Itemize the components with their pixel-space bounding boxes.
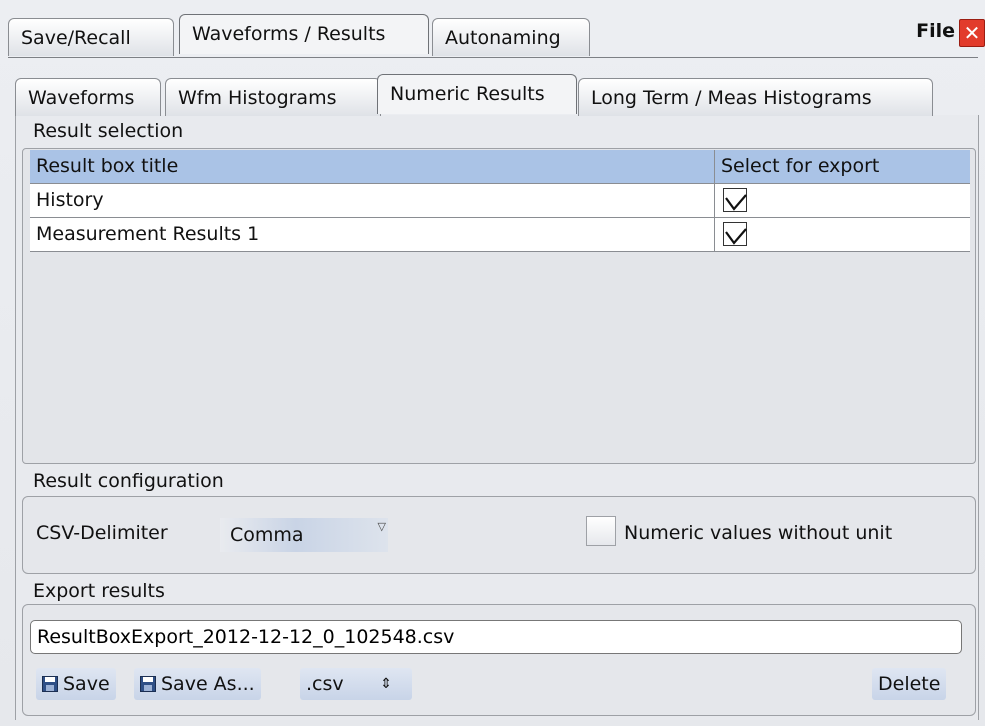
file-label: File <box>916 20 955 42</box>
floppy-disk-icon <box>42 676 58 692</box>
csv-delimiter-label: CSV-Delimiter <box>36 522 168 544</box>
result-selection-label: Result selection <box>33 120 184 142</box>
export-filename-input[interactable] <box>30 620 962 654</box>
close-icon: ✕ <box>963 21 981 45</box>
row-select-cell <box>714 218 970 251</box>
export-checkbox-measurement-results-1[interactable] <box>723 222 747 246</box>
tab-autonaming[interactable]: Autonaming <box>432 18 590 56</box>
tab-baseline <box>8 57 978 58</box>
column-header-title: Result box title <box>36 155 179 177</box>
save-as-button[interactable]: Save As... <box>134 668 261 700</box>
save-as-label: Save As... <box>161 673 255 695</box>
tab-long-term-meas-histograms[interactable]: Long Term / Meas Histograms <box>578 78 933 116</box>
csv-delimiter-dropdown[interactable]: Comma ▽ <box>220 518 388 552</box>
numeric-without-unit-checkbox[interactable] <box>586 516 616 546</box>
tab-waveforms[interactable]: Waveforms <box>15 78 161 116</box>
numeric-without-unit-label: Numeric values without unit <box>624 522 893 544</box>
top-tab-bar: Save/Recall Waveforms / Results Autonami… <box>8 14 968 58</box>
result-configuration-label: Result configuration <box>33 470 224 492</box>
close-button[interactable]: ✕ <box>959 19 985 47</box>
tab-wfm-histograms[interactable]: Wfm Histograms <box>165 78 381 116</box>
checkmark-icon <box>725 194 747 211</box>
row-title-measurement-results-1: Measurement Results 1 <box>36 223 260 245</box>
file-format-selector[interactable]: .csv ⇕ <box>300 668 412 700</box>
delete-button[interactable]: Delete <box>872 668 947 700</box>
dropdown-arrow-icon: ▽ <box>377 520 386 533</box>
spinner-icon: ⇕ <box>380 676 392 692</box>
floppy-disk-icon <box>140 676 156 692</box>
sub-tab-bar: Waveforms Wfm Histograms Numeric Results… <box>15 74 965 116</box>
table-row[interactable]: Measurement Results 1 <box>30 218 970 252</box>
file-format-value: .csv <box>306 673 344 695</box>
export-checkbox-history[interactable] <box>723 188 747 212</box>
row-select-cell <box>714 184 970 217</box>
row-title-history: History <box>36 189 104 211</box>
tab-save-recall[interactable]: Save/Recall <box>8 18 174 56</box>
dialog-frame: Save/Recall Waveforms / Results Autonami… <box>0 0 985 726</box>
csv-delimiter-value: Comma <box>230 524 304 546</box>
save-label: Save <box>63 673 110 695</box>
tab-numeric-results[interactable]: Numeric Results <box>377 74 577 114</box>
save-button[interactable]: Save <box>36 668 116 700</box>
checkmark-icon <box>725 228 747 245</box>
table-header: Result box title Select for export <box>30 150 970 184</box>
column-header-select: Select for export <box>714 150 970 183</box>
tab-waveforms-results[interactable]: Waveforms / Results <box>179 14 429 54</box>
table-row[interactable]: History <box>30 184 970 218</box>
export-results-label: Export results <box>33 580 165 602</box>
